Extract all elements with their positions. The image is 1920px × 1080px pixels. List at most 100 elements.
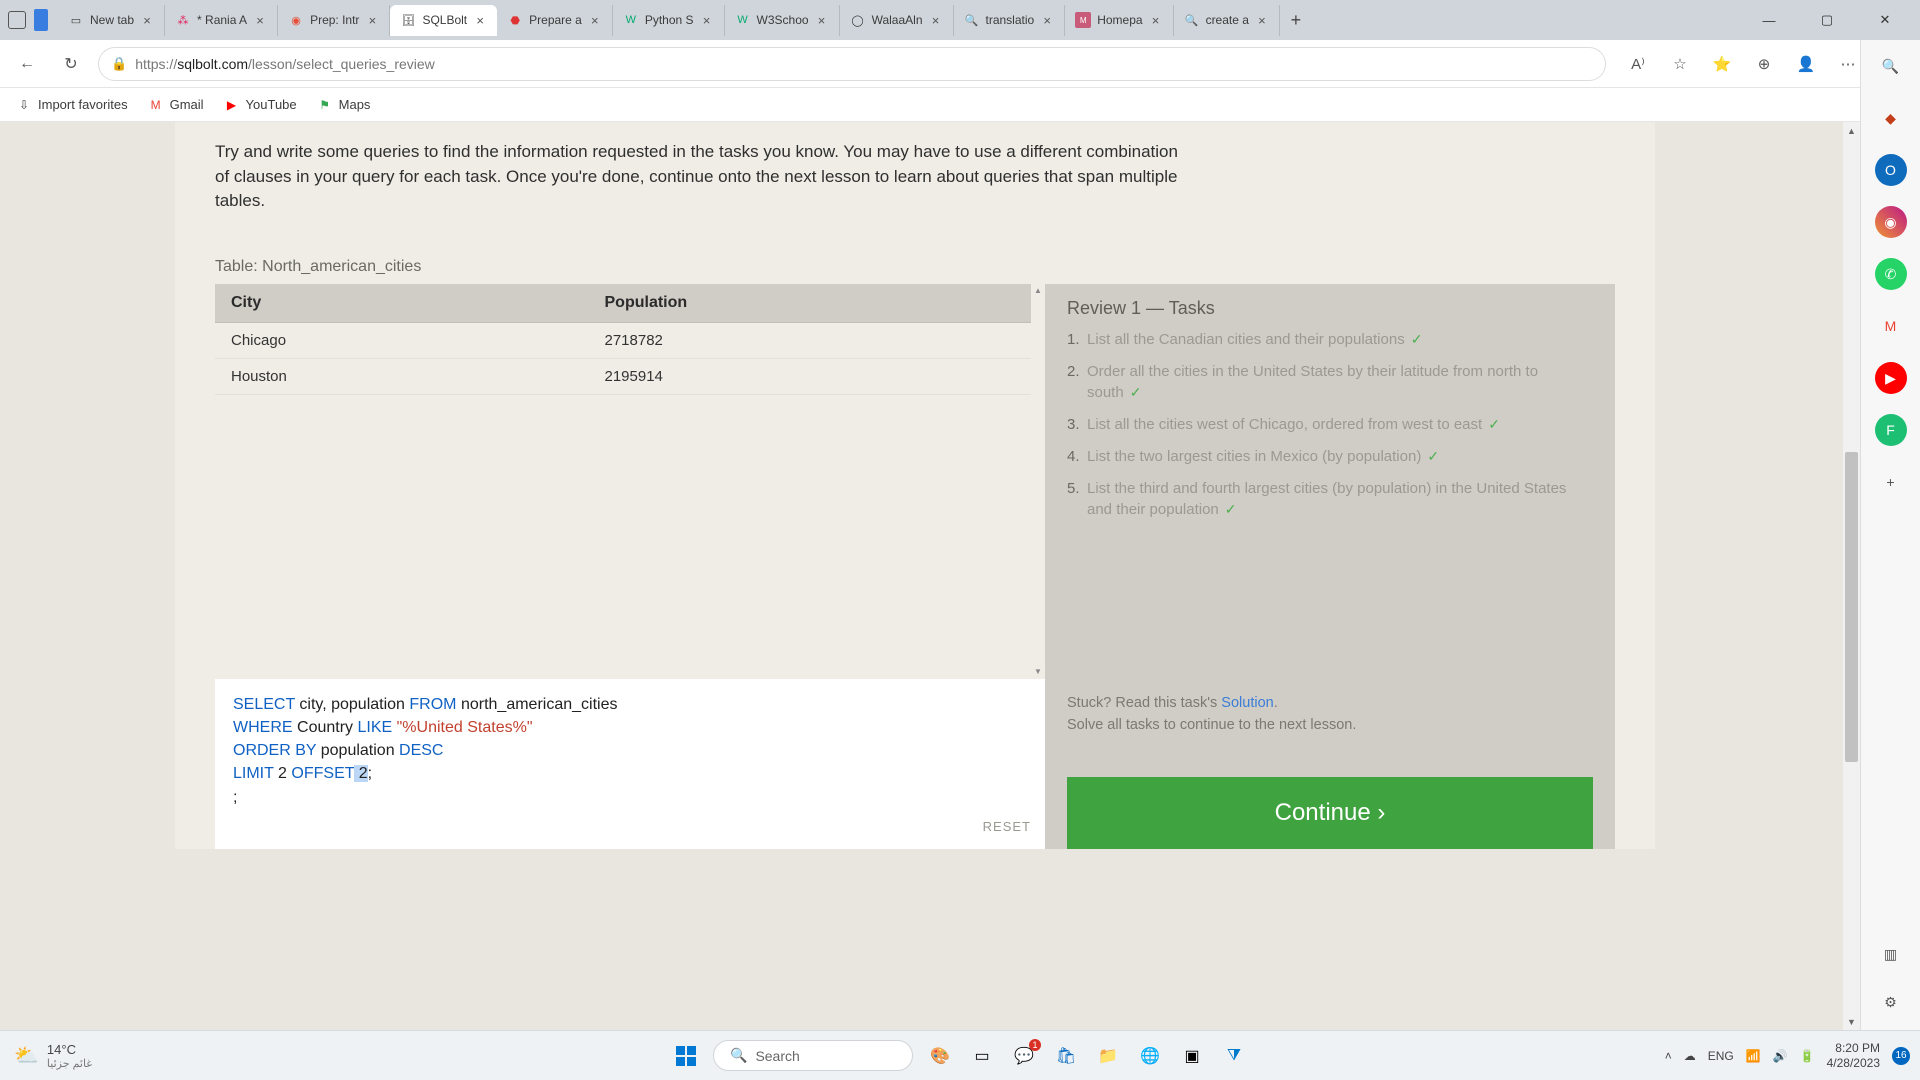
close-icon[interactable]: × [929,13,943,27]
tray-notifications[interactable]: 16 [1892,1047,1910,1065]
taskbar-search[interactable]: 🔍 Search [713,1040,913,1071]
tab-prepare[interactable]: ⬣Prepare a× [497,5,613,36]
taskbar-taskview-icon[interactable]: ▭ [967,1041,997,1071]
page-scrollbar[interactable]: ▲ ▼ [1843,122,1860,1030]
sidebar-fiverr-icon[interactable]: F [1875,414,1907,446]
tab-label: Prep: Intr [310,13,359,27]
tray-battery-icon[interactable]: 🔋 [1800,1049,1815,1063]
tab-python[interactable]: WPython S× [613,5,725,36]
url-box[interactable]: 🔒 https://sqlbolt.com/lesson/select_quer… [98,47,1606,81]
taskbar-store-icon[interactable]: 🛍 [1051,1041,1081,1071]
tab-w3school[interactable]: WW3Schoo× [725,5,840,36]
close-icon[interactable]: × [1149,13,1163,27]
editor-block: SELECT city, population FROM north_ameri… [215,679,1615,849]
maps-icon: ⚑ [317,97,333,113]
edge-sidebar: 🔍 ◆ O ◉ ✆ M ▶ F + ▥ ⚙ [1860,40,1920,1030]
sidebar-outlook-icon[interactable]: O [1875,154,1907,186]
favorites-list-icon[interactable]: ⭐ [1708,50,1736,78]
personal-tab-icon[interactable] [34,9,48,31]
tray-language[interactable]: ENG [1708,1049,1734,1063]
bookmarks-bar: ⇩Import favorites MGmail ▶YouTube ⚑Maps [0,88,1920,122]
scroll-down-icon[interactable]: ▼ [1843,1013,1860,1030]
weather-temp: 14°C [47,1042,92,1057]
sidebar-youtube-icon[interactable]: ▶ [1875,362,1907,394]
taskbar-terminal-icon[interactable]: ▣ [1177,1041,1207,1071]
sidebar-search-icon[interactable]: 🔍 [1875,50,1907,82]
taskbar-widgets-icon[interactable]: 🎨 [925,1041,955,1071]
close-icon[interactable]: × [140,13,154,27]
scrollbar-thumb[interactable] [1845,452,1858,762]
bookmark-youtube[interactable]: ▶YouTube [224,97,297,113]
sidebar-instagram-icon[interactable]: ◉ [1875,206,1907,238]
tray-onedrive-icon[interactable]: ☁ [1684,1049,1696,1063]
tab-label: translatio [986,13,1035,27]
table-scrollbar[interactable]: ▲ ▼ [1031,284,1045,679]
sidebar-settings-icon[interactable]: ⚙ [1875,986,1907,1018]
new-tab-button[interactable]: + [1280,4,1312,36]
bookmark-gmail[interactable]: MGmail [148,97,204,113]
tab-new-tab[interactable]: ▭New tab× [58,5,165,36]
close-icon[interactable]: × [1255,13,1269,27]
tab-sqlbolt[interactable]: 🗄SQLBolt× [390,5,497,36]
tab-create[interactable]: 🔍create a× [1174,5,1280,36]
close-window-button[interactable]: ✕ [1864,5,1906,35]
tab-actions-icon[interactable] [8,11,26,29]
close-icon[interactable]: × [253,13,267,27]
maximize-button[interactable]: ▢ [1806,5,1848,35]
check-icon: ✓ [1427,448,1439,464]
bookmark-maps[interactable]: ⚑Maps [317,97,371,113]
close-icon[interactable]: × [700,13,714,27]
tab-walaa[interactable]: ◯WalaaAln× [840,5,954,36]
close-icon[interactable]: × [815,13,829,27]
scroll-up-icon[interactable]: ▲ [1031,284,1045,298]
read-aloud-icon[interactable]: A⁾ [1624,50,1652,78]
cell-population: 2718782 [589,322,1046,358]
sql-editor[interactable]: SELECT city, population FROM north_ameri… [215,679,1045,849]
table-row: Houston 2195914 [215,358,1045,394]
taskbar-weather[interactable]: ⛅ 14°C غائم جزئيا [0,1042,106,1070]
tab-prep[interactable]: ◉ Prep: Intr × [278,5,390,36]
tab-homepa[interactable]: MHomepa× [1065,5,1173,36]
sidebar-panel-icon[interactable]: ▥ [1875,938,1907,970]
table-header-row: City Population [215,284,1045,323]
reset-button[interactable]: RESET [983,818,1031,837]
back-button[interactable]: ← [10,47,44,81]
start-button[interactable] [671,1041,701,1071]
sidebar-gmail-icon[interactable]: M [1875,310,1907,342]
continue-button[interactable]: Continue › [1067,777,1593,849]
sidebar-add-icon[interactable]: + [1875,466,1907,498]
task-item: 1.List all the Canadian cities and their… [1067,329,1593,351]
taskbar-vscode-icon[interactable]: ⧩ [1219,1041,1249,1071]
minimize-button[interactable]: — [1748,5,1790,35]
col-header-city: City [215,284,589,323]
hint-text: Stuck? Read this task's Solution. Solve … [1067,693,1593,737]
taskbar-edge-icon[interactable]: 🌐 [1135,1041,1165,1071]
tray-chevron-icon[interactable]: ˄ [1665,1049,1672,1063]
tray-volume-icon[interactable]: 🔊 [1773,1049,1788,1063]
scroll-up-icon[interactable]: ▲ [1843,122,1860,139]
sidebar-office-icon[interactable]: ◆ [1875,102,1907,134]
close-icon[interactable]: × [473,13,487,27]
close-icon[interactable]: × [1040,13,1054,27]
close-icon[interactable]: × [588,13,602,27]
scroll-down-icon[interactable]: ▼ [1031,665,1045,679]
more-icon[interactable]: ⋯ [1834,50,1862,78]
sidebar-whatsapp-icon[interactable]: ✆ [1875,258,1907,290]
bookmark-import-favorites[interactable]: ⇩Import favorites [16,97,128,113]
tab-translate[interactable]: 🔍translatio× [954,5,1066,36]
tasks-title: Review 1 — Tasks [1067,298,1593,319]
tray-wifi-icon[interactable]: 📶 [1746,1049,1761,1063]
taskbar-explorer-icon[interactable]: 📁 [1093,1041,1123,1071]
tab-rania[interactable]: ⁂* Rania A× [165,5,278,36]
canvas-icon: ◉ [288,12,304,28]
favorite-icon[interactable]: ☆ [1666,50,1694,78]
browser-tab-strip: ▭New tab× ⁂* Rania A× ◉ Prep: Intr × 🗄SQLB… [0,0,1920,40]
collections-icon[interactable]: ⊕ [1750,50,1778,78]
solution-link[interactable]: Solution [1221,695,1273,711]
tray-clock[interactable]: 8:20 PM 4/28/2023 [1827,1041,1880,1070]
refresh-button[interactable]: ↻ [54,47,88,81]
profile-icon[interactable]: 👤 [1792,50,1820,78]
taskbar-chat-icon[interactable]: 💬1 [1009,1041,1039,1071]
page-icon: ▭ [68,12,84,28]
close-icon[interactable]: × [365,13,379,27]
